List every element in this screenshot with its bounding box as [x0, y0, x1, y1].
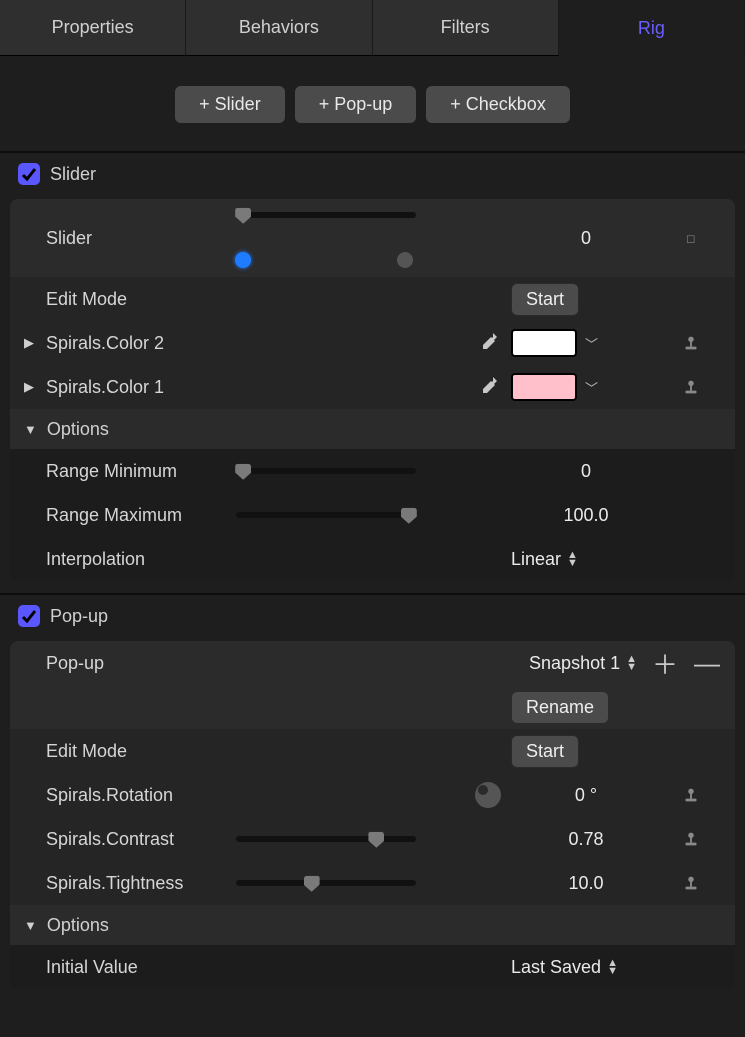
- slider-range-end-handle[interactable]: [397, 252, 413, 268]
- popup-value-row: Pop-up Snapshot 1 ▲▼ ＋ —: [10, 641, 735, 685]
- popup-panel: Pop-up Snapshot 1 ▲▼ ＋ — Rename Edit Mod…: [10, 641, 735, 989]
- tightness-value[interactable]: 10.0: [511, 873, 661, 894]
- select-carets-icon: ▲▼: [567, 551, 578, 567]
- keyframe-icon[interactable]: ◇: [681, 228, 701, 248]
- tightness-thumb[interactable]: [304, 876, 320, 892]
- popup-section-title: Pop-up: [50, 606, 108, 627]
- slider-param-label: Slider: [46, 228, 236, 249]
- inspector-tabs: Properties Behaviors Filters Rig: [0, 0, 745, 56]
- tab-filters[interactable]: Filters: [373, 0, 559, 56]
- popup-param-label: Pop-up: [46, 653, 236, 674]
- remove-snapshot-button[interactable]: —: [693, 648, 721, 679]
- rotation-dial[interactable]: [475, 782, 501, 808]
- slider-section-header: Slider: [0, 153, 745, 195]
- color1-chevron-icon[interactable]: ﹀: [585, 378, 598, 397]
- rotation-row: Spirals.Rotation 0 °: [10, 773, 735, 817]
- add-checkbox-button[interactable]: + Checkbox: [426, 86, 570, 123]
- color1-swatch[interactable]: [511, 373, 577, 401]
- joystick-icon[interactable]: [680, 376, 702, 398]
- add-snapshot-button[interactable]: ＋: [651, 645, 679, 682]
- color1-disclosure[interactable]: [24, 379, 34, 395]
- slider-value[interactable]: 0: [511, 228, 661, 249]
- joystick-icon[interactable]: [680, 784, 702, 806]
- popup-editmode-start-button[interactable]: Start: [511, 735, 579, 768]
- tightness-label: Spirals.Tightness: [46, 873, 236, 894]
- slider-editmode-row: Edit Mode Start: [10, 277, 735, 321]
- slider-section-title: Slider: [50, 164, 96, 185]
- popup-options-header[interactable]: Options: [10, 905, 735, 945]
- range-max-row: Range Maximum 100.0: [10, 493, 735, 537]
- contrast-thumb[interactable]: [368, 832, 384, 848]
- contrast-slider[interactable]: [236, 836, 416, 842]
- popup-enable-checkbox[interactable]: [18, 605, 40, 627]
- color2-label: Spirals.Color 2: [46, 333, 236, 354]
- slider-options-header[interactable]: Options: [10, 409, 735, 449]
- joystick-icon[interactable]: [680, 332, 702, 354]
- contrast-value[interactable]: 0.78: [511, 829, 661, 850]
- popup-rename-row: Rename: [10, 685, 735, 729]
- interpolation-value: Linear: [511, 549, 561, 570]
- interpolation-label: Interpolation: [46, 549, 236, 570]
- range-max-value[interactable]: 100.0: [511, 505, 661, 526]
- tab-behaviors[interactable]: Behaviors: [186, 0, 372, 56]
- tightness-slider[interactable]: [236, 880, 416, 886]
- tab-properties[interactable]: Properties: [0, 0, 186, 56]
- slider-options-label: Options: [47, 419, 109, 440]
- joystick-icon[interactable]: [680, 828, 702, 850]
- slider-range-track: [236, 230, 416, 264]
- rotation-label: Spirals.Rotation: [46, 785, 236, 806]
- range-max-label: Range Maximum: [46, 505, 236, 526]
- eyedropper-icon[interactable]: [475, 375, 499, 399]
- color2-chevron-icon[interactable]: ﹀: [585, 334, 598, 353]
- initial-value-select[interactable]: Last Saved ▲▼: [511, 957, 661, 978]
- add-widget-row: + Slider + Pop-up + Checkbox: [0, 56, 745, 151]
- initial-value-value: Last Saved: [511, 957, 601, 978]
- color2-disclosure[interactable]: [24, 335, 34, 351]
- range-max-thumb[interactable]: [401, 508, 417, 524]
- color1-label: Spirals.Color 1: [46, 377, 236, 398]
- popup-options-label: Options: [47, 915, 109, 936]
- color2-row: Spirals.Color 2 ﹀: [10, 321, 735, 365]
- range-min-label: Range Minimum: [46, 461, 236, 482]
- contrast-row: Spirals.Contrast 0.78: [10, 817, 735, 861]
- contrast-label: Spirals.Contrast: [46, 829, 236, 850]
- interpolation-row: Interpolation Linear ▲▼: [10, 537, 735, 581]
- tightness-row: Spirals.Tightness 10.0: [10, 861, 735, 905]
- range-min-slider[interactable]: [236, 468, 416, 474]
- color1-row: Spirals.Color 1 ﹀: [10, 365, 735, 409]
- popup-options-disclosure[interactable]: [24, 918, 37, 933]
- slider-range-start-handle[interactable]: [235, 252, 251, 268]
- add-slider-button[interactable]: + Slider: [175, 86, 285, 123]
- popup-rename-button[interactable]: Rename: [511, 691, 609, 724]
- initial-value-label: Initial Value: [46, 957, 236, 978]
- select-carets-icon: ▲▼: [607, 959, 618, 975]
- eyedropper-icon[interactable]: [475, 331, 499, 355]
- slider-value-row: Slider 0 ◇: [10, 199, 735, 277]
- interpolation-select[interactable]: Linear ▲▼: [511, 549, 661, 570]
- add-popup-button[interactable]: + Pop-up: [295, 86, 417, 123]
- range-min-value[interactable]: 0: [511, 461, 661, 482]
- initial-value-row: Initial Value Last Saved ▲▼: [10, 945, 735, 989]
- tab-rig[interactable]: Rig: [559, 0, 745, 56]
- range-max-slider[interactable]: [236, 512, 416, 518]
- range-min-thumb[interactable]: [235, 464, 251, 480]
- slider-enable-checkbox[interactable]: [18, 163, 40, 185]
- color2-swatch[interactable]: [511, 329, 577, 357]
- popup-snapshot-select[interactable]: Snapshot 1 ▲▼: [529, 653, 637, 674]
- slider-options-disclosure[interactable]: [24, 422, 37, 437]
- joystick-icon[interactable]: [680, 872, 702, 894]
- slider-editmode-label: Edit Mode: [46, 289, 236, 310]
- rotation-value[interactable]: 0 °: [511, 785, 661, 806]
- popup-editmode-label: Edit Mode: [46, 741, 236, 762]
- popup-section-header: Pop-up: [0, 595, 745, 637]
- range-min-row: Range Minimum 0: [10, 449, 735, 493]
- popup-editmode-row: Edit Mode Start: [10, 729, 735, 773]
- slider-control: [236, 212, 511, 264]
- select-carets-icon: ▲▼: [626, 655, 637, 671]
- slider-track[interactable]: [236, 212, 416, 218]
- slider-editmode-start-button[interactable]: Start: [511, 283, 579, 316]
- slider-panel: Slider 0 ◇ Edit Mode Start Spirals.Color: [10, 199, 735, 581]
- slider-thumb[interactable]: [235, 208, 251, 224]
- popup-snapshot-value: Snapshot 1: [529, 653, 620, 674]
